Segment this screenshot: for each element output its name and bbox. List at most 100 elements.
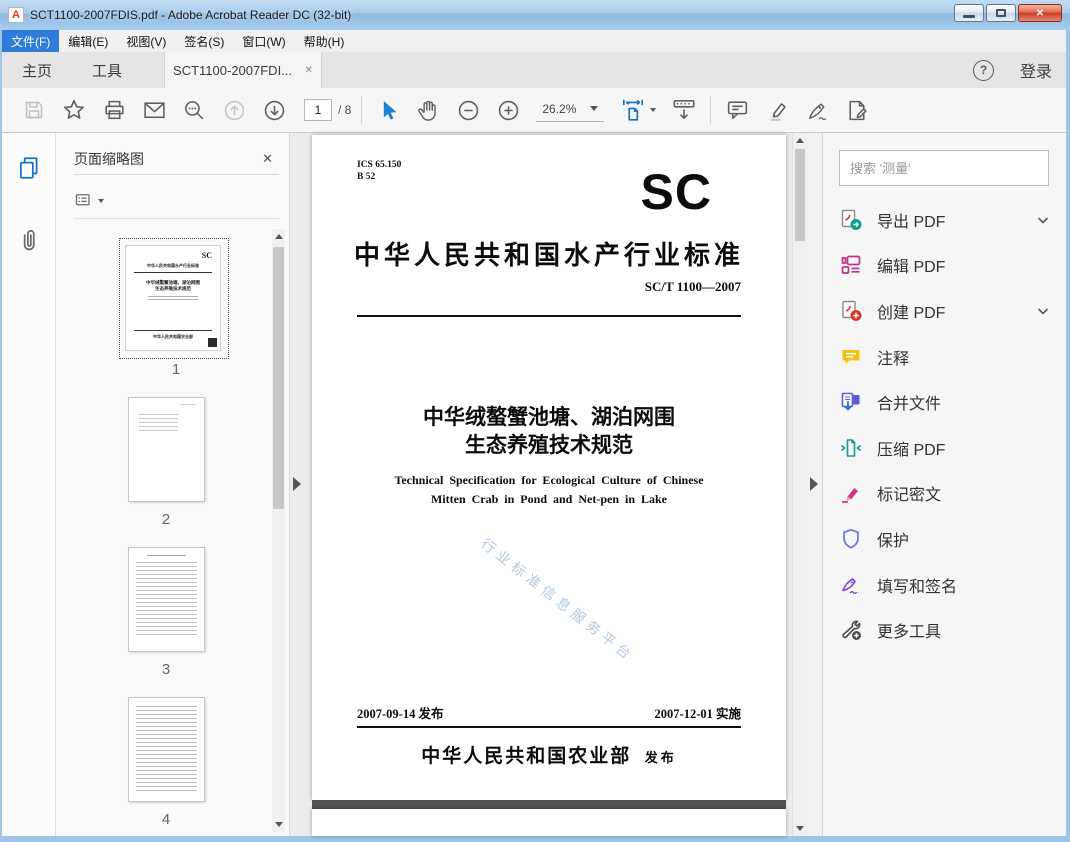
chevron-down-icon[interactable] [1036,213,1050,227]
tool-item-fill-sign[interactable]: 填写和签名 [823,562,1066,608]
tool-item-protect[interactable]: 保护 [823,516,1066,562]
thumbnails-scrollbar-thumb[interactable] [273,247,284,509]
save-button[interactable] [14,93,54,127]
main-toolbar: / 8 26.2% [2,88,1066,133]
minimize-button[interactable] [954,4,984,22]
tool-item-more-tools[interactable]: 更多工具 [823,607,1066,653]
document-title-line1: 中华绒螯蟹池塘、湖泊网围 [423,406,675,429]
close-button[interactable]: ✕ [1018,4,1062,22]
panel-title: 页面缩略图 [74,150,144,167]
acrobat-app-icon: A [8,7,24,23]
menu-help[interactable]: 帮助(H) [295,30,354,52]
menu-view[interactable]: 视图(V) [117,30,175,52]
content-area: 页面缩略图 ✕ SC 中华人民共和国水产行业标准 中华绒螯蟹池塘、湖泊网围 生态… [0,133,1070,836]
zoom-out-button[interactable] [448,93,488,127]
previous-page-button[interactable] [214,93,254,127]
fill-sign-tool-button[interactable] [797,93,837,127]
compress-pdf-icon [840,438,862,457]
document-view: ICS 65.150 B 52 SC 中华人民共和国水产行业标准 SC/T 11… [290,133,806,836]
right-panel-gutter [806,133,822,836]
tab-document[interactable]: SCT1100-2007FDI... ✕ [164,52,323,88]
scroll-down-icon[interactable] [274,822,283,827]
save-icon [25,101,43,119]
thumbnail-page-1-preview: SC 中华人民共和国水产行业标准 中华绒螯蟹池塘、湖泊网围 生态养殖技术规范 中… [125,245,221,351]
tool-item-compress-pdf[interactable]: 压缩 PDF [823,425,1066,471]
comment-icon [842,349,860,364]
document-scrollbar-thumb[interactable] [794,149,805,241]
tools-search-input[interactable] [839,150,1049,186]
tool-item-redact[interactable]: 标记密文 [823,471,1066,517]
page-number-input[interactable] [304,99,332,121]
mini-title-2: 生态养殖技术规范 [155,286,191,291]
chevron-down-icon [98,198,104,203]
maximize-button[interactable] [986,4,1016,22]
document-page-1[interactable]: ICS 65.150 B 52 SC 中华人民共和国水产行业标准 SC/T 11… [312,135,786,800]
collapse-left-panel-handle[interactable] [293,477,301,491]
thumbnail-page-3[interactable] [128,547,205,652]
highlight-tool-button[interactable] [757,93,797,127]
menu-sign[interactable]: 签名(S) [175,30,233,52]
maximize-icon [996,9,1006,17]
thumbnail-page-2[interactable] [128,397,205,502]
select-cursor-icon [383,100,397,120]
title-bar: A SCT1100-2007FDIS.pdf - Adobe Acrobat R… [0,0,1070,30]
document-page-2-top[interactable] [312,809,786,836]
english-title-line2: Mitten Crab in Pond and Net-pen in Lake [430,492,668,506]
scroll-up-icon[interactable] [274,234,283,239]
chevron-down-icon[interactable] [1036,304,1050,318]
heading-rule [357,315,741,317]
tool-item-create-pdf[interactable]: 创建 PDF [823,288,1066,334]
page-edit-icon [849,100,867,120]
comment-tool-button[interactable] [717,93,757,127]
attachments-panel-button[interactable] [16,227,42,253]
tab-home[interactable]: 主页 [2,52,72,88]
zoom-in-icon [498,100,519,120]
page-thumbnails-panel: 页面缩略图 ✕ SC 中华人民共和国水产行业标准 中华绒螯蟹池塘、湖泊网围 生态… [56,133,290,836]
panel-close-icon[interactable]: ✕ [256,149,279,169]
menu-window[interactable]: 窗口(W) [233,30,294,52]
zoom-in-button[interactable] [488,93,528,127]
fit-width-button[interactable] [612,93,664,127]
tool-item-export-pdf[interactable]: 导出 PDF [823,197,1066,243]
watermark-text: 行业标准信息服务平台 [478,535,638,665]
tool-item-comment[interactable]: 注释 [823,334,1066,380]
print-button[interactable] [94,93,134,127]
menu-file[interactable]: 文件(F) [2,30,60,52]
reading-mode-button[interactable] [664,93,704,127]
collapse-right-panel-handle[interactable] [810,477,818,491]
tab-tools[interactable]: 工具 [72,52,142,88]
thumbnail-3-label: 3 [161,661,171,678]
select-tool-button[interactable] [368,93,408,127]
page-down-icon [264,100,284,120]
thumbnail-page-4[interactable] [128,697,205,802]
scroll-up-icon[interactable] [795,138,804,143]
document-scrollbar[interactable] [792,133,806,836]
create-pdf-icon [842,300,862,321]
help-icon[interactable]: ? [972,59,994,81]
zoom-level-dropdown[interactable]: 26.2% [536,99,605,122]
scroll-down-icon[interactable] [796,826,804,831]
email-button[interactable] [134,93,174,127]
tab-close-icon[interactable]: ✕ [305,65,313,76]
menu-edit[interactable]: 编辑(E) [59,30,117,52]
edit-tools-button[interactable] [837,93,877,127]
more-tools-wrench-icon [842,620,861,641]
next-page-button[interactable] [254,93,294,127]
page-thumbnails-panel-button[interactable] [16,155,42,181]
tool-item-combine-files[interactable]: 合并文件 [823,379,1066,425]
mini-publisher: 中华人民共和国农业部 [153,334,193,339]
mini-heading: 中华人民共和国水产行业标准 [147,263,199,268]
search-button[interactable] [174,93,214,127]
thumbnail-page-1[interactable]: SC 中华人民共和国水产行业标准 中华绒螯蟹池塘、湖泊网围 生态养殖技术规范 中… [119,238,229,359]
standard-heading: 中华人民共和国水产行业标准 [353,241,744,270]
sign-in-button[interactable]: 登录 [1020,58,1052,82]
hand-tool-button[interactable] [408,93,448,127]
mini-sc-logo: SC [201,251,212,260]
thumbnails-scrollbar[interactable] [272,229,285,832]
toolbar-separator [710,96,712,124]
thumbnail-options-button[interactable] [74,191,104,211]
tool-item-edit-pdf[interactable]: 编辑 PDF [823,243,1066,289]
star-tool-button[interactable] [54,93,94,127]
tab-bar: 主页 工具 SCT1100-2007FDI... ✕ ? 登录 [2,52,1066,88]
page-thumbnails-icon [20,157,38,179]
